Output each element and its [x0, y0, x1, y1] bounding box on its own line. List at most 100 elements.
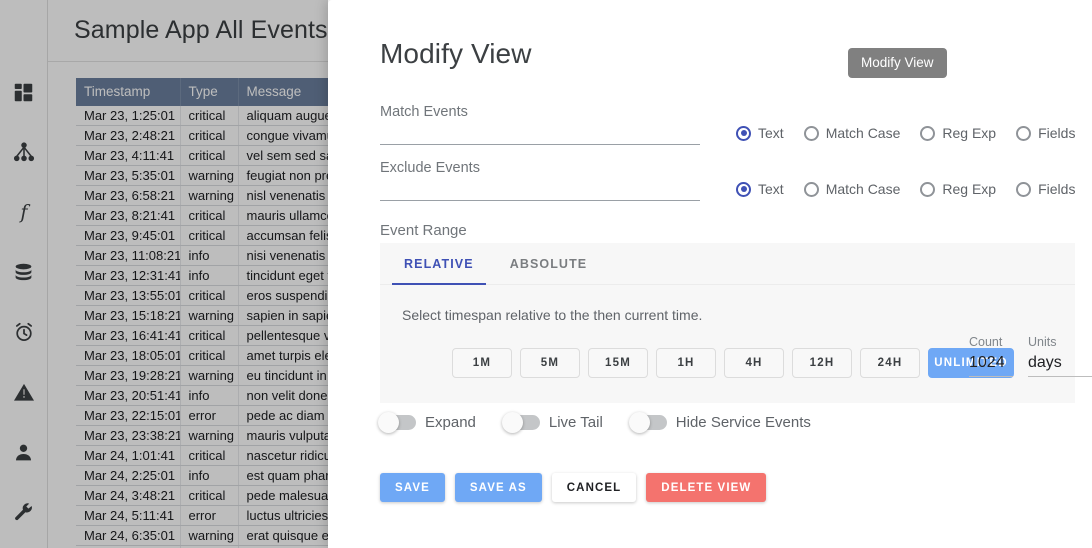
match-mode-radio-fields[interactable]: Fields [1016, 125, 1075, 141]
cell-type: critical [180, 345, 239, 366]
options-toggle-row: Expand Live Tail Hide Service Events [378, 412, 811, 433]
cell-timestamp: Mar 23, 9:45:01 [76, 225, 181, 246]
cell-type: error [180, 505, 239, 526]
timespan-button-1m[interactable]: 1M [452, 348, 512, 378]
cell-timestamp: Mar 24, 1:01:41 [76, 445, 181, 466]
cell-type: error [180, 405, 239, 426]
timespan-button-12h[interactable]: 12H [792, 348, 852, 378]
toggle-label: Hide Service Events [675, 414, 811, 431]
cell-type: warning [180, 165, 239, 186]
timespan-button-4h[interactable]: 4H [724, 348, 784, 378]
radio-button-icon[interactable] [1016, 125, 1032, 141]
cell-type: warning [180, 185, 239, 206]
toggle-expand[interactable]: Expand [378, 412, 476, 433]
delete-view-button[interactable]: DELETE VIEW [646, 473, 767, 502]
radio-button-icon[interactable] [920, 181, 936, 197]
cell-timestamp: Mar 23, 13:55:01 [76, 285, 181, 306]
app-sidebar: f [0, 0, 48, 548]
event-range-panel: RELATIVE ABSOLUTE Select timespan relativ… [380, 243, 1092, 403]
cell-timestamp: Mar 24, 6:35:01 [76, 525, 181, 546]
radio-label: Text [758, 181, 784, 197]
cell-timestamp: Mar 23, 22:15:01 [76, 405, 181, 426]
exclude-events-underline [380, 200, 700, 201]
function-icon[interactable]: f [0, 182, 48, 242]
cell-type: critical [180, 485, 239, 506]
count-input[interactable] [969, 349, 1013, 376]
radio-label: Match Case [825, 125, 901, 141]
cell-timestamp: Mar 23, 1:25:01 [76, 106, 181, 126]
toggle-label: Expand [425, 414, 476, 431]
save-button[interactable]: SAVE [380, 473, 445, 502]
cell-timestamp: Mar 23, 2:48:21 [76, 125, 181, 146]
timespan-button-15m[interactable]: 15M [588, 348, 648, 378]
tab-relative[interactable]: RELATIVE [392, 243, 486, 285]
exclude-mode-radio-reg-exp[interactable]: Reg Exp [920, 181, 996, 197]
cell-type: info [180, 245, 239, 266]
database-icon[interactable] [0, 242, 48, 302]
cell-timestamp: Mar 23, 16:41:41 [76, 325, 181, 346]
dashboard-icon[interactable] [0, 62, 48, 122]
cell-type: warning [180, 305, 239, 326]
hierarchy-icon[interactable] [0, 122, 48, 182]
person-icon[interactable] [0, 422, 48, 482]
tab-absolute[interactable]: ABSOLUTE [498, 243, 600, 284]
cell-type: critical [180, 205, 239, 226]
modify-view-tooltip: Modify View [848, 48, 947, 78]
toggle-hide-service-events[interactable]: Hide Service Events [628, 412, 811, 433]
exclude-events-input[interactable] [380, 183, 700, 200]
toggle-switch-icon[interactable] [501, 412, 540, 433]
modify-view-dialog: Modify View Modify View Match Events Exc… [328, 0, 1092, 548]
cell-timestamp: Mar 23, 11:08:21 [76, 245, 181, 266]
wrench-icon[interactable] [0, 482, 48, 542]
count-label: Count [969, 335, 1003, 349]
cell-timestamp: Mar 23, 15:18:21 [76, 305, 181, 326]
exclude-mode-radio-text[interactable]: Text [736, 181, 784, 197]
cell-timestamp: Mar 23, 4:11:41 [76, 145, 181, 166]
toggle-switch-icon[interactable] [628, 412, 667, 433]
timespan-button-24h[interactable]: 24H [860, 348, 920, 378]
radio-button-icon[interactable] [1016, 181, 1032, 197]
cell-timestamp: Mar 23, 5:35:01 [76, 165, 181, 186]
units-value[interactable]: days [1028, 349, 1092, 376]
radio-button-icon[interactable] [736, 181, 751, 197]
cell-timestamp: Mar 23, 8:21:41 [76, 205, 181, 226]
radio-label: Text [758, 125, 784, 141]
timespan-button-5m[interactable]: 5M [520, 348, 580, 378]
cell-type: critical [180, 445, 239, 466]
cancel-button[interactable]: CANCEL [551, 473, 637, 502]
match-mode-radio-match-case[interactable]: Match Case [803, 125, 901, 141]
radio-button-icon[interactable] [920, 125, 936, 141]
warning-triangle-icon[interactable] [0, 362, 48, 422]
toggle-label: Live Tail [548, 414, 603, 431]
count-field: Count [969, 335, 1013, 377]
cell-timestamp: Mar 23, 12:31:41 [76, 265, 181, 286]
exclude-mode-radio-match-case[interactable]: Match Case [803, 181, 900, 197]
exclude-events-label: Exclude Events [380, 160, 480, 176]
toggle-switch-icon[interactable] [378, 412, 416, 433]
cell-type: critical [180, 225, 239, 246]
cell-timestamp: Mar 23, 20:51:41 [76, 385, 181, 406]
cell-type: info [180, 265, 239, 286]
exclude-mode-radio-fields[interactable]: Fields [1016, 181, 1075, 197]
column-header-type[interactable]: Type [180, 78, 239, 106]
match-events-input[interactable] [380, 127, 700, 144]
radio-label: Fields [1038, 125, 1076, 141]
cell-type: info [180, 385, 239, 406]
save-as-button[interactable]: SAVE AS [454, 473, 542, 502]
cell-timestamp: Mar 24, 3:48:21 [76, 485, 181, 506]
dialog-title: Modify View [380, 38, 532, 69]
timespan-button-1h[interactable]: 1H [656, 348, 716, 378]
page-title: Sample App All Events [74, 16, 328, 44]
units-underline [1028, 376, 1092, 377]
toggle-live-tail[interactable]: Live Tail [501, 412, 603, 433]
match-mode-radio-reg-exp[interactable]: Reg Exp [920, 125, 996, 141]
radio-button-icon[interactable] [803, 181, 819, 197]
column-header-timestamp[interactable]: Timestamp [76, 78, 181, 106]
count-underline [969, 376, 1013, 377]
radio-button-icon[interactable] [803, 125, 819, 141]
match-mode-radio-text[interactable]: Text [736, 125, 784, 141]
radio-label: Reg Exp [942, 125, 997, 141]
alarm-clock-icon[interactable] [0, 302, 48, 362]
radio-button-icon[interactable] [736, 125, 751, 141]
match-mode-radio-group: Text Match Case Reg Exp Fields [736, 125, 1075, 141]
